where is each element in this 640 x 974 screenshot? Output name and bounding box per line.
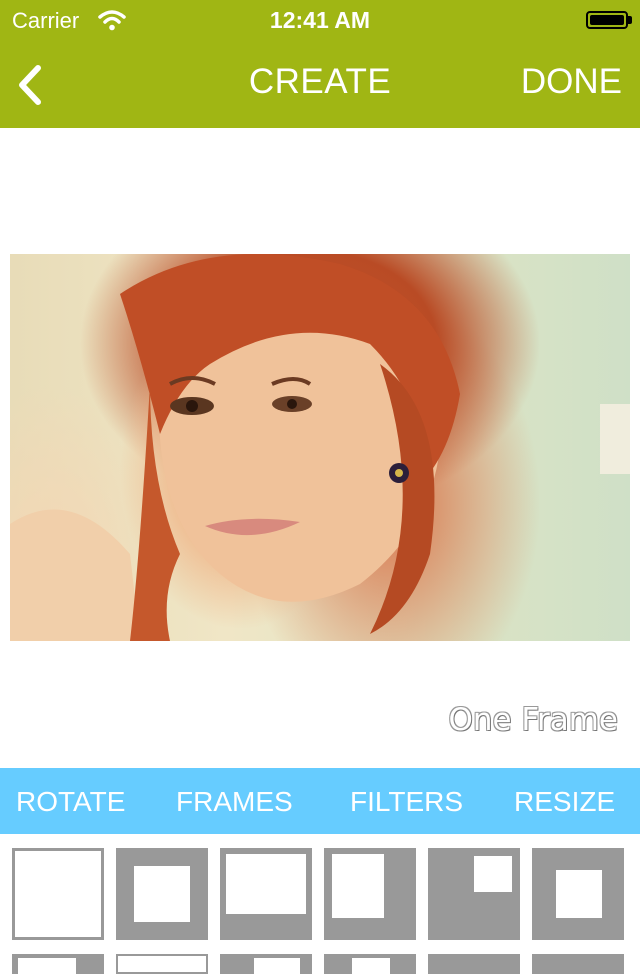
frame-option-10[interactable]: [324, 954, 416, 974]
frame-option-7[interactable]: [12, 954, 104, 974]
done-button[interactable]: DONE: [521, 62, 622, 102]
portrait-illustration: [10, 254, 630, 641]
status-time: 12:41 AM: [269, 7, 371, 33]
frame-option-2[interactable]: [116, 848, 208, 940]
frame-option-12[interactable]: [532, 954, 624, 974]
edit-toolbar: ROTATE FRAMES FILTERS RESIZE: [0, 768, 640, 834]
battery-cap: [628, 16, 632, 24]
frame-caption: One Frame: [448, 702, 618, 738]
resize-tab[interactable]: RESIZE: [514, 786, 615, 818]
frame-option-5[interactable]: [428, 848, 520, 940]
rotate-tab[interactable]: ROTATE: [16, 786, 125, 818]
frame-option-3[interactable]: [220, 848, 312, 940]
frame-option-11[interactable]: [428, 954, 520, 974]
frame-option-8[interactable]: [116, 954, 208, 974]
frames-tab[interactable]: FRAMES: [176, 786, 293, 818]
status-bar: Carrier 12:41 AM: [0, 0, 640, 40]
frame-picker: [0, 834, 640, 974]
filters-tab[interactable]: FILTERS: [350, 786, 463, 818]
frame-option-4[interactable]: [324, 848, 416, 940]
frame-option-9[interactable]: [220, 954, 312, 974]
frame-option-one[interactable]: [12, 848, 104, 940]
frame-option-6[interactable]: [532, 848, 624, 940]
photo-preview[interactable]: [10, 254, 630, 641]
nav-bar: Carrier 12:41 AM CREATE DONE: [0, 0, 640, 128]
battery-icon: [586, 11, 628, 29]
